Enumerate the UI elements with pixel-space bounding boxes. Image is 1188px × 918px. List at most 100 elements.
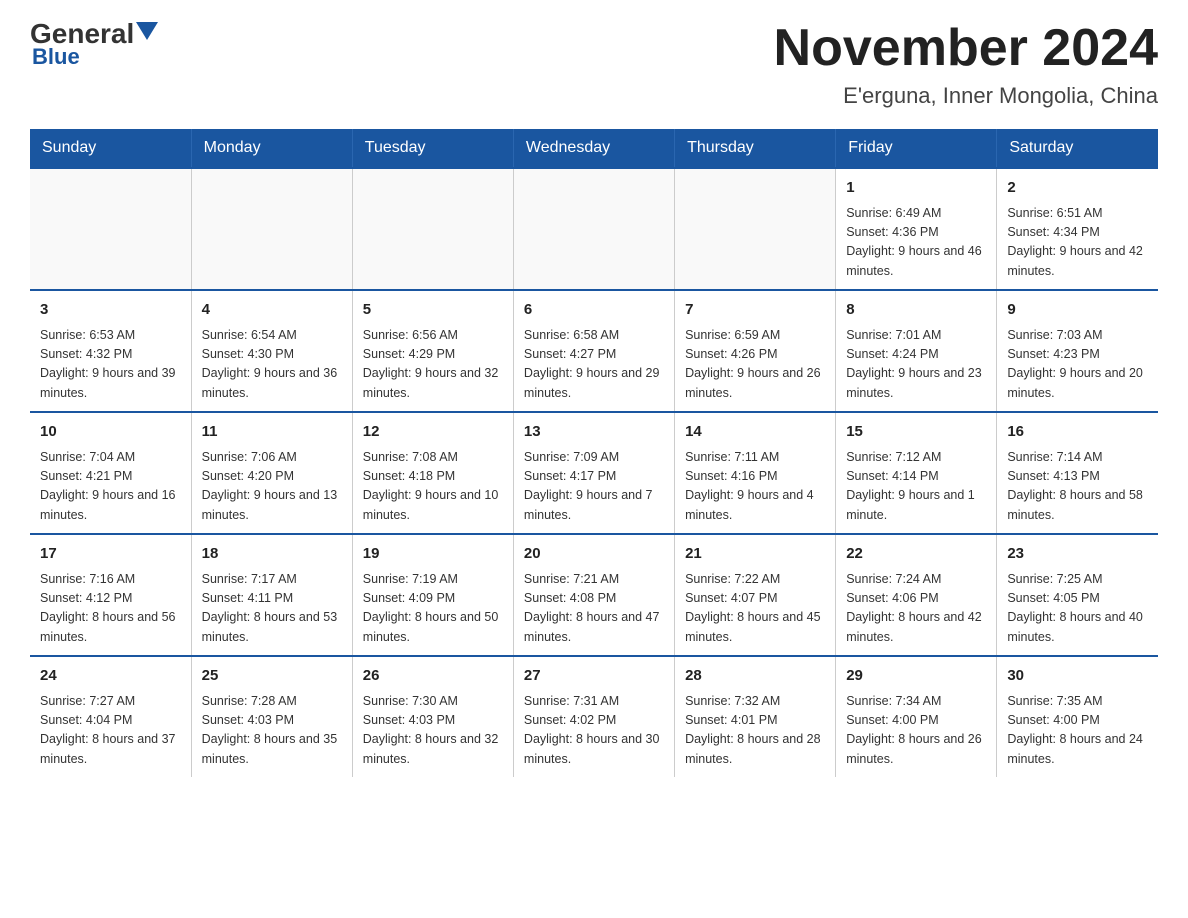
calendar-day-cell: 11 Sunrise: 7:06 AMSunset: 4:20 PMDayligh… <box>191 412 352 534</box>
day-number: 23 <box>1007 543 1148 566</box>
sun-info: Sunrise: 7:30 AMSunset: 4:03 PMDaylight:… <box>363 692 503 770</box>
calendar-day-cell: 9Sunrise: 7:03 AMSunset: 4:23 PMDaylight… <box>997 290 1158 412</box>
sun-info: Sunrise: 7:28 AMSunset: 4:03 PMDaylight:… <box>202 692 342 770</box>
sun-info: Sunrise: 7:08 AMSunset: 4:18 PMDaylight:… <box>363 448 503 526</box>
calendar-day-cell: 15 Sunrise: 7:12 AMSunset: 4:14 PMDayligh… <box>836 412 997 534</box>
calendar-day-cell <box>352 168 513 290</box>
calendar-day-cell: 20 Sunrise: 7:21 AMSunset: 4:08 PMDayligh… <box>513 534 674 656</box>
calendar-header-row: SundayMondayTuesdayWednesdayThursdayFrid… <box>30 129 1158 168</box>
calendar-week-row: 10Sunrise: 7:04 AMSunset: 4:21 PMDayligh… <box>30 412 1158 534</box>
day-number: 20 <box>524 543 664 566</box>
day-number: 30 <box>1007 665 1148 688</box>
day-number: 27 <box>524 665 664 688</box>
calendar-table: SundayMondayTuesdayWednesdayThursdayFrid… <box>30 129 1158 777</box>
calendar-day-cell: 29 Sunrise: 7:34 AMSunset: 4:00 PMDayligh… <box>836 656 997 777</box>
sun-info: Sunrise: 7:14 AMSunset: 4:13 PMDaylight:… <box>1007 448 1148 526</box>
sun-info: Sunrise: 7:19 AMSunset: 4:09 PMDaylight:… <box>363 570 503 648</box>
calendar-day-cell: 5 Sunrise: 6:56 AMSunset: 4:29 PMDaylight… <box>352 290 513 412</box>
day-of-week-header: Thursday <box>675 129 836 168</box>
calendar-day-cell: 27Sunrise: 7:31 AMSunset: 4:02 PMDayligh… <box>513 656 674 777</box>
day-of-week-header: Tuesday <box>352 129 513 168</box>
calendar-day-cell <box>191 168 352 290</box>
day-number: 1 <box>846 177 986 200</box>
day-number: 8 <box>846 299 986 322</box>
sun-info: Sunrise: 7:32 AMSunset: 4:01 PMDaylight:… <box>685 692 825 770</box>
calendar-week-row: 3 Sunrise: 6:53 AMSunset: 4:32 PMDaylight… <box>30 290 1158 412</box>
sun-info: Sunrise: 6:53 AMSunset: 4:32 PMDaylight:… <box>40 326 181 404</box>
logo-blue-text: Blue <box>32 44 80 70</box>
calendar-week-row: 17 Sunrise: 7:16 AMSunset: 4:12 PMDayligh… <box>30 534 1158 656</box>
calendar-day-cell <box>30 168 191 290</box>
location-title: E'erguna, Inner Mongolia, China <box>774 83 1158 109</box>
sun-info: Sunrise: 7:04 AMSunset: 4:21 PMDaylight:… <box>40 448 181 526</box>
calendar-day-cell: 3 Sunrise: 6:53 AMSunset: 4:32 PMDaylight… <box>30 290 191 412</box>
sun-info: Sunrise: 6:58 AMSunset: 4:27 PMDaylight:… <box>524 326 664 404</box>
calendar-day-cell: 24 Sunrise: 7:27 AMSunset: 4:04 PMDayligh… <box>30 656 191 777</box>
calendar-day-cell: 17 Sunrise: 7:16 AMSunset: 4:12 PMDayligh… <box>30 534 191 656</box>
calendar-day-cell: 8Sunrise: 7:01 AMSunset: 4:24 PMDaylight… <box>836 290 997 412</box>
sun-info: Sunrise: 7:17 AMSunset: 4:11 PMDaylight:… <box>202 570 342 648</box>
day-number: 6 <box>524 299 664 322</box>
calendar-week-row: 24 Sunrise: 7:27 AMSunset: 4:04 PMDayligh… <box>30 656 1158 777</box>
logo-triangle-icon <box>136 22 158 40</box>
day-number: 15 <box>846 421 986 444</box>
day-number: 11 <box>202 421 342 444</box>
day-number: 13 <box>524 421 664 444</box>
sun-info: Sunrise: 6:59 AMSunset: 4:26 PMDaylight:… <box>685 326 825 404</box>
day-number: 2 <box>1007 177 1148 200</box>
day-number: 25 <box>202 665 342 688</box>
sun-info: Sunrise: 7:21 AMSunset: 4:08 PMDaylight:… <box>524 570 664 648</box>
day-of-week-header: Monday <box>191 129 352 168</box>
calendar-day-cell: 16Sunrise: 7:14 AMSunset: 4:13 PMDayligh… <box>997 412 1158 534</box>
sun-info: Sunrise: 7:06 AMSunset: 4:20 PMDaylight:… <box>202 448 342 526</box>
sun-info: Sunrise: 7:24 AMSunset: 4:06 PMDaylight:… <box>846 570 986 648</box>
sun-info: Sunrise: 6:51 AMSunset: 4:34 PMDaylight:… <box>1007 204 1148 282</box>
calendar-day-cell: 10Sunrise: 7:04 AMSunset: 4:21 PMDayligh… <box>30 412 191 534</box>
day-number: 21 <box>685 543 825 566</box>
day-number: 24 <box>40 665 181 688</box>
month-title: November 2024 <box>774 20 1158 77</box>
sun-info: Sunrise: 7:25 AMSunset: 4:05 PMDaylight:… <box>1007 570 1148 648</box>
sun-info: Sunrise: 7:12 AMSunset: 4:14 PMDaylight:… <box>846 448 986 526</box>
sun-info: Sunrise: 7:34 AMSunset: 4:00 PMDaylight:… <box>846 692 986 770</box>
calendar-day-cell <box>675 168 836 290</box>
sun-info: Sunrise: 7:11 AMSunset: 4:16 PMDaylight:… <box>685 448 825 526</box>
sun-info: Sunrise: 7:22 AMSunset: 4:07 PMDaylight:… <box>685 570 825 648</box>
calendar-day-cell: 28 Sunrise: 7:32 AMSunset: 4:01 PMDayligh… <box>675 656 836 777</box>
day-number: 19 <box>363 543 503 566</box>
page-header: General Blue November 2024 E'erguna, Inn… <box>30 20 1158 109</box>
calendar-day-cell: 12Sunrise: 7:08 AMSunset: 4:18 PMDayligh… <box>352 412 513 534</box>
day-number: 28 <box>685 665 825 688</box>
day-of-week-header: Saturday <box>997 129 1158 168</box>
sun-info: Sunrise: 6:49 AMSunset: 4:36 PMDaylight:… <box>846 204 986 282</box>
day-number: 14 <box>685 421 825 444</box>
sun-info: Sunrise: 7:09 AMSunset: 4:17 PMDaylight:… <box>524 448 664 526</box>
sun-info: Sunrise: 7:35 AMSunset: 4:00 PMDaylight:… <box>1007 692 1148 770</box>
day-number: 4 <box>202 299 342 322</box>
sun-info: Sunrise: 6:56 AMSunset: 4:29 PMDaylight:… <box>363 326 503 404</box>
calendar-day-cell: 21 Sunrise: 7:22 AMSunset: 4:07 PMDayligh… <box>675 534 836 656</box>
sun-info: Sunrise: 6:54 AMSunset: 4:30 PMDaylight:… <box>202 326 342 404</box>
day-of-week-header: Wednesday <box>513 129 674 168</box>
calendar-day-cell: 2 Sunrise: 6:51 AMSunset: 4:34 PMDaylight… <box>997 168 1158 290</box>
day-number: 29 <box>846 665 986 688</box>
day-number: 3 <box>40 299 181 322</box>
logo: General Blue <box>30 20 158 70</box>
sun-info: Sunrise: 7:27 AMSunset: 4:04 PMDaylight:… <box>40 692 181 770</box>
calendar-day-cell: 18 Sunrise: 7:17 AMSunset: 4:11 PMDayligh… <box>191 534 352 656</box>
day-of-week-header: Sunday <box>30 129 191 168</box>
calendar-day-cell <box>513 168 674 290</box>
calendar-day-cell: 26Sunrise: 7:30 AMSunset: 4:03 PMDayligh… <box>352 656 513 777</box>
day-number: 18 <box>202 543 342 566</box>
calendar-day-cell: 4 Sunrise: 6:54 AMSunset: 4:30 PMDaylight… <box>191 290 352 412</box>
calendar-day-cell: 6 Sunrise: 6:58 AMSunset: 4:27 PMDaylight… <box>513 290 674 412</box>
calendar-day-cell: 13 Sunrise: 7:09 AMSunset: 4:17 PMDayligh… <box>513 412 674 534</box>
sun-info: Sunrise: 7:16 AMSunset: 4:12 PMDaylight:… <box>40 570 181 648</box>
calendar-week-row: 1 Sunrise: 6:49 AMSunset: 4:36 PMDaylight… <box>30 168 1158 290</box>
calendar-day-cell: 14 Sunrise: 7:11 AMSunset: 4:16 PMDayligh… <box>675 412 836 534</box>
day-of-week-header: Friday <box>836 129 997 168</box>
day-number: 17 <box>40 543 181 566</box>
calendar-day-cell: 1 Sunrise: 6:49 AMSunset: 4:36 PMDaylight… <box>836 168 997 290</box>
day-number: 5 <box>363 299 503 322</box>
calendar-day-cell: 23 Sunrise: 7:25 AMSunset: 4:05 PMDayligh… <box>997 534 1158 656</box>
